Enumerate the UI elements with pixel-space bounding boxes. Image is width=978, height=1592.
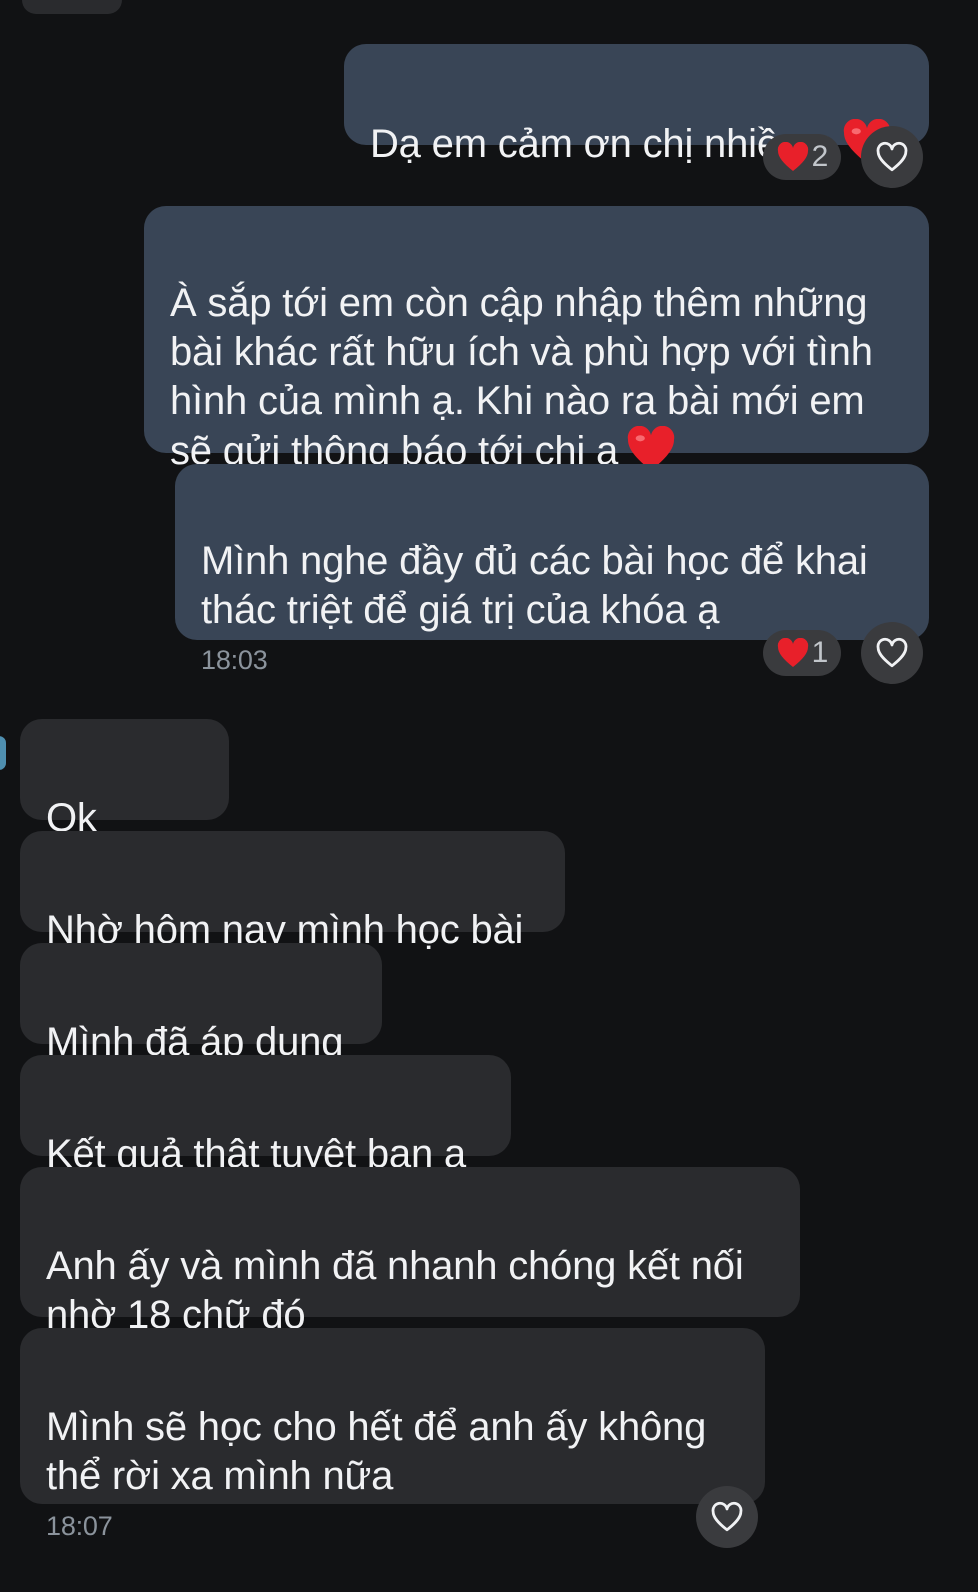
message-text: Mình nghe đầy đủ các bài học để khai thá…	[201, 539, 868, 632]
message-incoming[interactable]: Mình sẽ học cho hết để anh ấy không thể …	[20, 1328, 765, 1541]
heart-outline-icon	[876, 637, 908, 668]
like-button[interactable]	[861, 126, 923, 188]
message-incoming[interactable]: Nhờ hôm nay mình học bài	[20, 831, 565, 952]
message-outgoing[interactable]: Mình nghe đầy đủ các bài học để khai thá…	[175, 464, 929, 675]
message-outgoing[interactable]: À sắp tới em còn cập nhập thêm những bài…	[144, 206, 929, 473]
message-incoming[interactable]: Anh ấy và mình đã nhanh chóng kết nối nh…	[20, 1167, 800, 1337]
message-incoming[interactable]: Mình đã áp dụng	[20, 943, 382, 1064]
message-timestamp: 18:07	[46, 1511, 113, 1541]
message-incoming[interactable]: Kết quả thật tuyệt bạn ạ	[20, 1055, 511, 1176]
reaction-count-badge[interactable]: 2	[763, 134, 841, 180]
reaction-count: 1	[811, 636, 829, 669]
like-button[interactable]	[696, 1486, 758, 1548]
message-text: Anh ấy và mình đã nhanh chóng kết nối nh…	[46, 1244, 744, 1337]
message-outgoing[interactable]: Dạ em cảm ơn chị nhiều ạ	[344, 44, 929, 166]
message-incoming[interactable]: Ok	[20, 719, 229, 840]
heart-outline-icon	[876, 141, 908, 172]
message-text: À sắp tới em còn cập nhập thêm những bài…	[170, 281, 873, 473]
red-heart-icon	[777, 142, 808, 171]
message-text: Mình sẽ học cho hết để anh ấy không thể …	[46, 1405, 707, 1498]
top-time-chip	[22, 0, 122, 14]
reaction-count-badge[interactable]: 1	[763, 630, 841, 676]
red-heart-icon	[777, 638, 808, 667]
heart-outline-icon	[711, 1501, 743, 1532]
like-button[interactable]	[861, 622, 923, 684]
reaction-count: 2	[811, 140, 829, 173]
avatar[interactable]	[0, 736, 6, 770]
